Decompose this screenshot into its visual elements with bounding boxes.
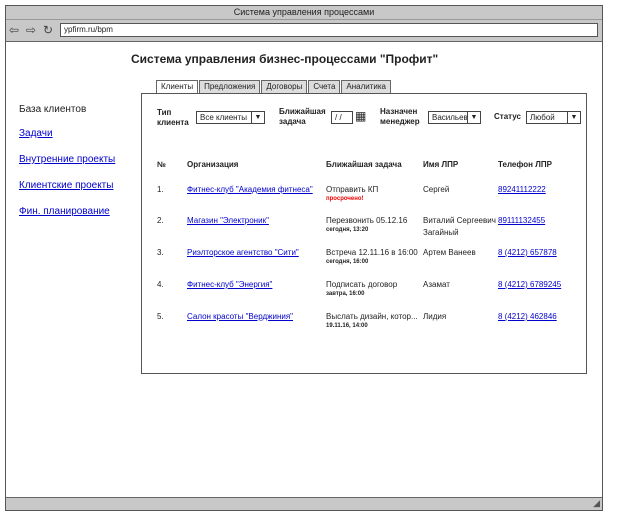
header-col-lpr: Имя ЛПР [423,160,459,169]
lpr-name: Азамат [423,280,450,289]
task-due: сегодня, 13:20 [326,227,369,233]
sidebar-link-tasks[interactable]: Задачи [19,128,53,139]
header-col-phone: Телефон ЛПР [498,160,552,169]
phone-link[interactable]: 8 (4212) 6789245 [498,280,561,289]
forward-icon[interactable]: ⇨ [26,23,36,37]
lpr-cell: Виталий Сергеевич Загайный [423,215,496,239]
task-cell: Подписать договор завтра, 16:00 [326,280,397,297]
task-text: Встреча 12.11.16 в 16:00 [326,248,418,257]
chevron-down-icon: ▼ [467,112,480,123]
lpr-cell: Азамат [423,279,450,291]
browser-window: Система управления процессами ⇦ ⇨ ↻ ypfi… [5,5,603,511]
task-text: Перезвонить 05.12.16 [326,216,408,225]
lpr-name: Сергей [423,185,450,194]
client-type-select[interactable]: Все клиенты ▼ [196,111,265,124]
row-number: 1. [157,185,164,194]
url-input[interactable]: ypfirm.ru/bpm [60,23,598,37]
window-title: Система управления процессами [6,6,602,20]
tab-offers[interactable]: Предложения [199,80,261,93]
phone-link[interactable]: 89241112222 [498,185,546,194]
org-link[interactable]: Фитнес-клуб "Академия фитнеса" [187,185,313,194]
tab-contracts[interactable]: Договоры [261,80,308,93]
lpr-name: Виталий Сергеевич [423,216,496,225]
sidebar-heading: База клиентов [19,104,87,115]
chevron-down-icon: ▼ [567,112,580,123]
status-select[interactable]: Любой ▼ [526,111,581,124]
tab-invoices[interactable]: Счета [308,80,341,93]
org-link[interactable]: Салон красоты "Верджиния" [187,312,293,321]
lpr-name: Артем Ванеев [423,248,476,257]
org-link[interactable]: Фитнес-клуб "Энергия" [187,280,272,289]
row-number: 2. [157,216,164,225]
header-col-task: Ближайшая задача [326,160,402,169]
lpr-cell: Артем Ванеев [423,247,476,259]
row-number: 5. [157,312,164,321]
task-text: Отправить КП [326,185,379,194]
back-icon[interactable]: ⇦ [9,23,19,37]
lpr-cell: Лидия [423,311,446,323]
lpr-name-line2: Загайный [423,228,459,237]
task-due: сегодня, 16:00 [326,259,369,265]
calendar-icon[interactable]: ▦ [355,110,366,123]
org-link[interactable]: Магазин "Электроник" [187,216,269,225]
status-label: Статус [494,112,521,121]
phone-link[interactable]: 89111132455 [498,216,545,225]
task-cell: Выслать дизайн, котор... 19.11.16, 14:00 [326,312,418,329]
row-number: 3. [157,248,164,257]
next-task-label: Ближайшая задача [279,107,326,126]
sidebar-link-fin-planning[interactable]: Фин. планирование [19,206,110,217]
address-row: ⇦ ⇨ ↻ ypfirm.ru/bpm [6,20,602,42]
header-col-org: Организация [187,160,239,169]
task-due: просрочено! [326,196,364,202]
lpr-cell: Сергей [423,184,449,196]
tab-bar: Клиенты Предложения Договоры Счета Анали… [156,80,392,94]
task-text: Выслать дизайн, котор... [326,312,418,321]
phone-link[interactable]: 8 (4212) 462846 [498,312,557,321]
status-bar: ◢ [6,497,602,510]
page-title: Система управления бизнес-процессами "Пр… [131,52,439,66]
clients-panel: Тип клиента Все клиенты ▼ Ближайшая задача … [141,93,587,374]
sidebar-link-client-projects[interactable]: Клиентские проекты [19,180,113,191]
task-cell: Встреча 12.11.16 в 16:00 сегодня, 16:00 [326,248,418,265]
lpr-name: Лидия [423,312,447,321]
date-input[interactable]: / / [331,111,353,124]
task-cell: Перезвонить 05.12.16 сегодня, 13:20 [326,216,407,233]
manager-label: Назначен менеджер [380,107,420,126]
row-number: 4. [157,280,164,289]
task-due: 19.11.16, 14:00 [326,323,368,329]
chevron-down-icon: ▼ [251,112,264,123]
task-text: Подписать договор [326,280,398,289]
tab-clients[interactable]: Клиенты [156,80,199,94]
org-link[interactable]: Риэлторское агентство "Сити" [187,248,299,257]
task-cell: Отправить КП просрочено! [326,185,378,202]
tab-analytics[interactable]: Аналитика [341,80,391,93]
header-col-num: № [157,160,166,169]
phone-link[interactable]: 8 (4212) 657878 [498,248,557,257]
reload-icon[interactable]: ↻ [43,23,53,37]
resize-grip-icon[interactable]: ◢ [593,498,600,509]
manager-select[interactable]: Васильев ▼ [428,111,481,124]
task-due: завтра, 16:00 [326,291,365,297]
client-type-label: Тип клиента [157,108,189,127]
sidebar-link-internal-projects[interactable]: Внутренние проекты [19,154,115,165]
